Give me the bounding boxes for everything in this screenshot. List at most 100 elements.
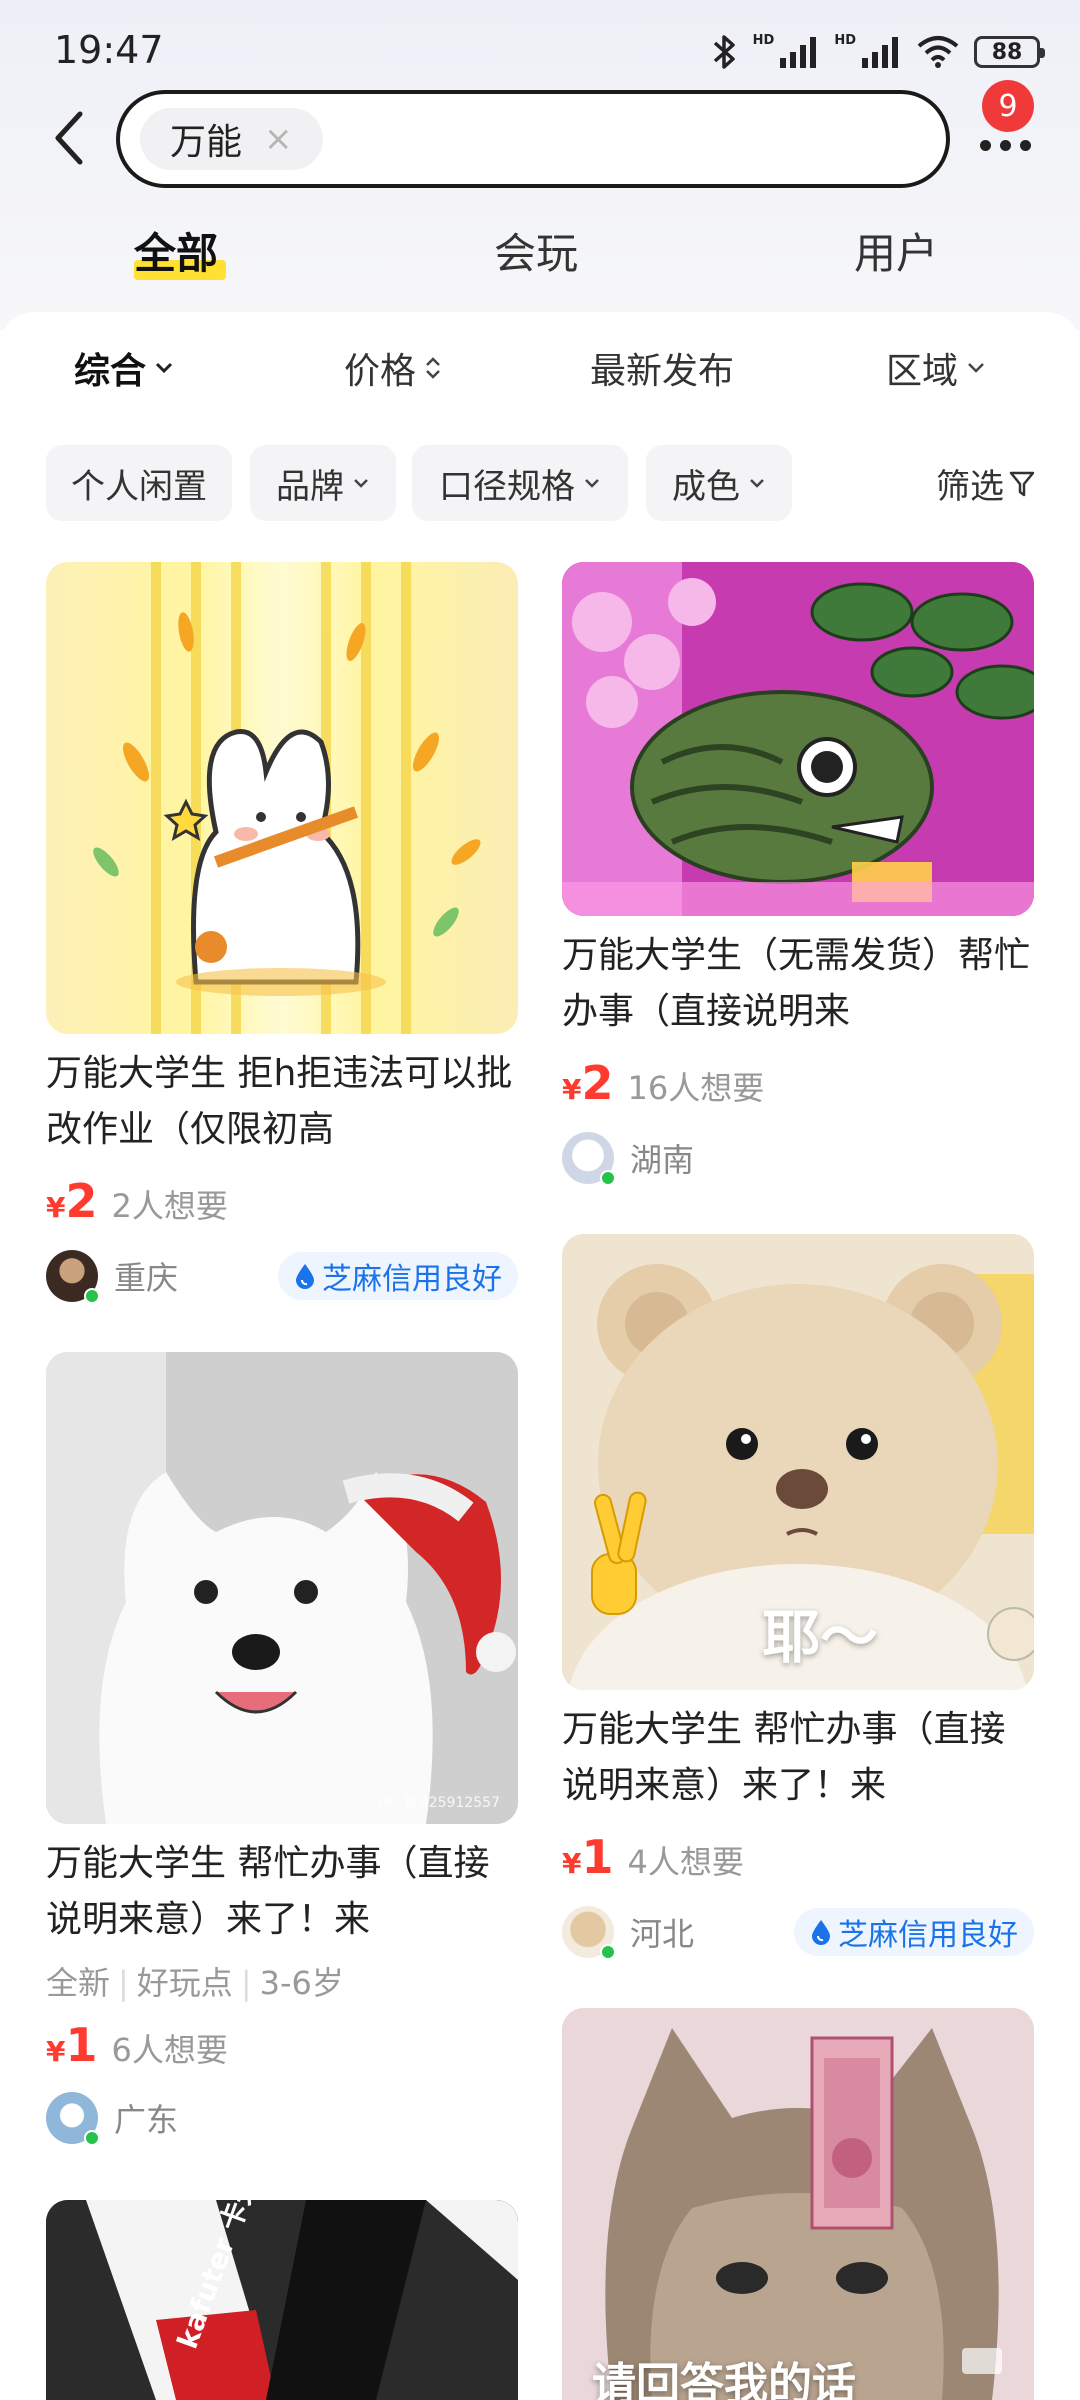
signal-icon-2 bbox=[862, 37, 898, 68]
sort-price-label: 价格 bbox=[344, 351, 417, 392]
filter-button[interactable]: 筛选 bbox=[936, 459, 1036, 508]
results-panel: 综合 价格 最新发布 区域 个人闲置 品牌 口径规格 成色 筛选 万能大学生 拒… bbox=[0, 312, 1080, 2400]
online-dot bbox=[600, 1170, 616, 1186]
currency-symbol: ¥ bbox=[562, 1073, 582, 1106]
product-image: 耶～ bbox=[562, 1234, 1034, 1690]
wifi-icon bbox=[917, 36, 959, 68]
price-value: 1 bbox=[581, 1830, 614, 1884]
product-price: ¥2 bbox=[46, 1174, 98, 1228]
credit-badge: 芝麻信用良好 bbox=[278, 1252, 518, 1300]
product-price: ¥1 bbox=[562, 1830, 614, 1884]
signal-icon-1 bbox=[780, 37, 817, 68]
chevron-down-icon bbox=[968, 363, 984, 373]
filter-label: 个人闲置 bbox=[71, 466, 207, 507]
sort-newest-label: 最新发布 bbox=[590, 351, 735, 392]
seller-location: 河北 bbox=[630, 1915, 695, 1953]
image-caption: 请回答我的话 bbox=[592, 2359, 856, 2400]
product-image: 小红书 425912557 bbox=[46, 1352, 518, 1824]
chevron-down-icon bbox=[354, 479, 368, 488]
want-count: 2人想要 bbox=[111, 1187, 228, 1225]
water-drop-icon bbox=[296, 1264, 314, 1289]
seller-location: 广东 bbox=[114, 2101, 179, 2139]
filter-label: 成色 bbox=[672, 466, 740, 507]
sort-region-label: 区域 bbox=[886, 351, 959, 392]
status-bar: 19:47 HD HD 88 bbox=[0, 0, 1080, 100]
image-caption: 耶～ bbox=[762, 1603, 879, 1671]
search-keyword: 万能 bbox=[170, 122, 243, 163]
product-card[interactable]: 万能大学生（无需发货）帮忙办事（直接说明来 ¥2 16人想要 湖南 bbox=[562, 562, 1034, 1186]
price-row: ¥1 6人想要 bbox=[46, 2018, 228, 2072]
credit-label: 芝麻信用良好 bbox=[838, 1918, 1018, 1953]
hd-label-2: HD bbox=[834, 32, 856, 48]
seller-location: 重庆 bbox=[114, 1259, 179, 1297]
image-watermark: 小红书 425912557 bbox=[373, 1795, 500, 1811]
filter-brand[interactable]: 品牌 bbox=[250, 445, 396, 521]
product-card[interactable]: 请回答我的话 bbox=[562, 2008, 1034, 2400]
filter-caliber[interactable]: 口径规格 bbox=[412, 445, 628, 521]
seller-row: 湖南 bbox=[562, 1132, 1034, 1186]
notification-badge: 9 bbox=[982, 80, 1034, 132]
clear-keyword-icon[interactable]: × bbox=[264, 119, 293, 159]
product-image bbox=[46, 562, 518, 1034]
product-card[interactable]: 小红书 425912557 万能大学生 帮忙办事（直接说明来意）来了！来 全新 |… bbox=[46, 1352, 518, 2146]
battery-level: 88 bbox=[991, 39, 1023, 65]
status-icons: HD HD 88 bbox=[709, 30, 1045, 74]
sort-comprehensive-label: 综合 bbox=[74, 351, 147, 392]
sort-region[interactable]: 区域 bbox=[886, 342, 986, 394]
tab-users[interactable]: 用户 bbox=[854, 220, 938, 281]
product-card[interactable]: 万能大学生 拒h拒违法可以批改作业（仅限初高 ¥2 2人想要 重庆 芝麻信用良好 bbox=[46, 562, 518, 1342]
sort-price[interactable]: 价格 bbox=[344, 342, 442, 394]
search-input[interactable]: 万能 × bbox=[116, 90, 950, 188]
want-count: 16人想要 bbox=[627, 1069, 765, 1107]
sort-newest[interactable]: 最新发布 bbox=[590, 342, 734, 394]
search-keyword-chip[interactable]: 万能 × bbox=[140, 108, 323, 170]
product-image: 请回答我的话 bbox=[562, 2008, 1034, 2400]
chevron-down-icon bbox=[155, 362, 173, 374]
tab-play[interactable]: 会玩 bbox=[494, 220, 578, 281]
product-title: 万能大学生 帮忙办事（直接说明来意）来了！来 bbox=[562, 1709, 1006, 1806]
water-drop-icon bbox=[812, 1920, 830, 1945]
filter-label: 品牌 bbox=[276, 466, 344, 507]
bunny-illustration bbox=[93, 562, 481, 1034]
product-tags: 全新 | 好玩点 | 3-6岁 bbox=[46, 1964, 344, 2002]
seller-avatar[interactable] bbox=[46, 1250, 100, 1304]
filter-label: 口径规格 bbox=[439, 466, 575, 507]
sort-bar: 综合 价格 最新发布 区域 bbox=[0, 342, 1080, 402]
product-price: ¥1 bbox=[46, 2018, 98, 2072]
tab-all[interactable]: 全部 bbox=[134, 220, 218, 281]
chevron-down-icon bbox=[585, 479, 599, 488]
chevron-down-icon bbox=[750, 479, 764, 488]
filter-button-label: 筛选 bbox=[936, 467, 1004, 507]
seller-avatar[interactable] bbox=[562, 1906, 616, 1960]
online-dot bbox=[84, 1288, 100, 1304]
filter-condition[interactable]: 成色 bbox=[646, 445, 792, 521]
product-price: ¥2 bbox=[562, 1056, 614, 1110]
filter-personal-idle[interactable]: 个人闲置 bbox=[46, 445, 232, 521]
seller-avatar[interactable] bbox=[562, 1132, 616, 1186]
glue-tubes-photo bbox=[46, 2200, 518, 2400]
product-title: 万能大学生 拒h拒违法可以批改作业（仅限初高 bbox=[46, 1053, 513, 1150]
seller-location: 湖南 bbox=[630, 1141, 695, 1179]
seller-row: 广东 bbox=[46, 2092, 518, 2146]
more-dots-icon bbox=[980, 140, 1031, 151]
samoyed-photo bbox=[46, 1352, 518, 1824]
search-header: 万能 × bbox=[0, 90, 1080, 190]
price-value: 2 bbox=[65, 1174, 98, 1228]
product-image: kafuter 卡夫特 得力 强力胶 bbox=[46, 2200, 518, 2400]
currency-symbol: ¥ bbox=[562, 1847, 582, 1880]
sort-comprehensive[interactable]: 综合 bbox=[74, 342, 174, 394]
back-arrow-icon bbox=[55, 111, 83, 165]
currency-symbol: ¥ bbox=[46, 1191, 66, 1224]
battery-indicator: 88 bbox=[974, 36, 1045, 68]
funnel-icon bbox=[1009, 471, 1035, 496]
bluetooth-icon bbox=[713, 35, 735, 69]
product-card[interactable]: kafuter 卡夫特 得力 强力胶 bbox=[46, 2200, 518, 2400]
credit-label: 芝麻信用良好 bbox=[322, 1262, 502, 1297]
back-button[interactable] bbox=[40, 108, 100, 168]
seller-avatar[interactable] bbox=[46, 2092, 100, 2146]
product-card[interactable]: 耶～ 万能大学生 帮忙办事（直接说明来意）来了！来 ¥1 4人想要 河北 芝麻信… bbox=[562, 1234, 1034, 2014]
price-row: ¥2 16人想要 bbox=[562, 1056, 764, 1110]
seller-row: 重庆 芝麻信用良好 bbox=[46, 1250, 518, 1304]
hd-label-1: HD bbox=[752, 32, 775, 48]
product-image bbox=[562, 562, 1034, 916]
